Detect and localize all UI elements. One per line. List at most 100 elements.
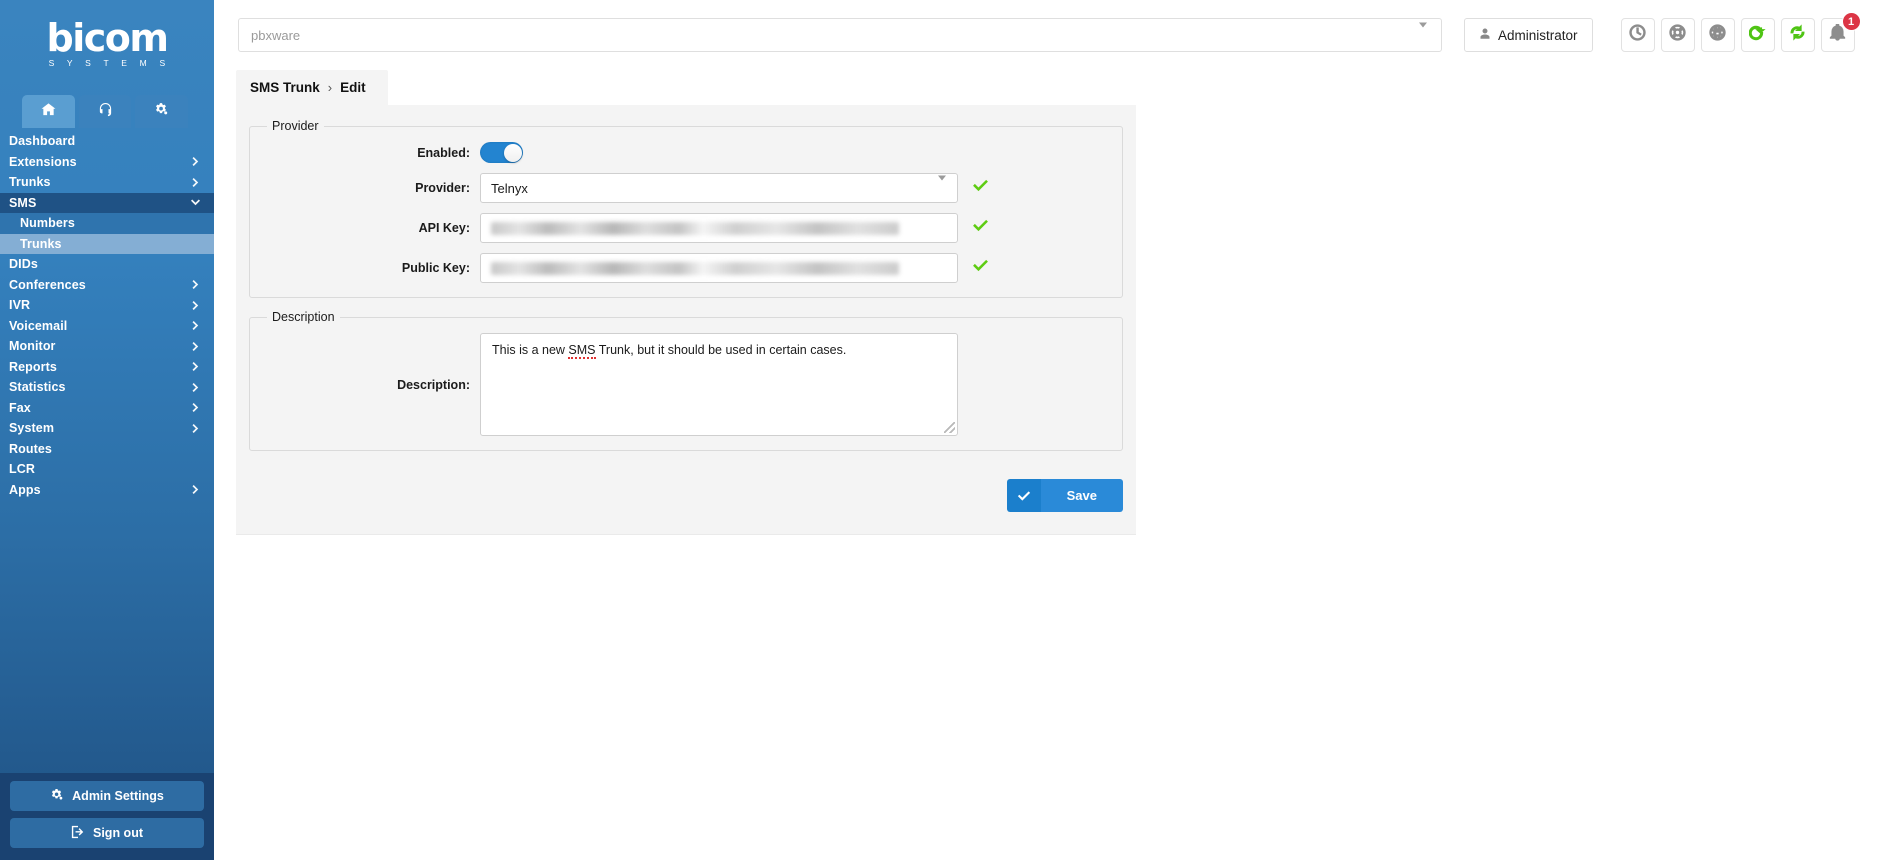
- row-api-key: API Key:: [264, 213, 1108, 243]
- toggle-knob: [503, 143, 522, 162]
- breadcrumb-root[interactable]: SMS Trunk: [250, 80, 320, 95]
- sidebar-item-statistics[interactable]: Statistics: [0, 377, 214, 398]
- enabled-toggle[interactable]: [480, 142, 523, 163]
- resize-grip-icon[interactable]: [944, 422, 955, 433]
- breadcrumb-separator-icon: ›: [327, 80, 333, 95]
- logo-wordmark: bicom: [46, 16, 169, 61]
- check-icon: [972, 257, 989, 279]
- breadcrumb: SMS Trunk › Edit: [236, 70, 388, 105]
- description-textarea[interactable]: This is a new SMS Trunk, but it should b…: [480, 333, 958, 436]
- sidebar-item-label: Dashboard: [9, 134, 76, 149]
- check-icon: [1006, 479, 1041, 512]
- chevron-down-icon: [1419, 22, 1427, 43]
- reload-button[interactable]: [1740, 18, 1775, 52]
- form-actions: Save: [249, 463, 1123, 516]
- description-label: Description:: [397, 377, 470, 392]
- brand-logo[interactable]: bicom S Y S T E M S: [0, 0, 214, 95]
- provider-fieldset: Provider Enabled: Provider: Telnyx API K…: [249, 119, 1123, 298]
- sidebar-item-conferences[interactable]: Conferences: [0, 275, 214, 296]
- sync-button[interactable]: [1780, 18, 1815, 52]
- sidebar-item-reports[interactable]: Reports: [0, 357, 214, 378]
- row-public-key: Public Key:: [264, 253, 1108, 283]
- notification-badge: 1: [1841, 12, 1861, 31]
- sidebar-item-sms-trunks[interactable]: Trunks: [0, 233, 214, 254]
- sidebar-item-sms[interactable]: SMS: [0, 192, 214, 213]
- api-key-input[interactable]: [480, 213, 958, 243]
- public-key-masked-value: [491, 261, 899, 275]
- breadcrumb-current: Edit: [340, 80, 366, 95]
- chevron-right-icon: [191, 300, 200, 310]
- tab-settings[interactable]: [135, 95, 189, 128]
- public-key-input[interactable]: [480, 253, 958, 283]
- edit-form-panel: Provider Enabled: Provider: Telnyx API K…: [236, 105, 1136, 535]
- sidebar-item-label: Extensions: [9, 154, 77, 169]
- sidebar-item-label: DIDs: [9, 257, 38, 272]
- tab-home[interactable]: [22, 95, 75, 128]
- globe-icon: [1709, 24, 1726, 46]
- sidebar-item-label: IVR: [9, 298, 31, 313]
- sidebar-item-ivr[interactable]: IVR: [0, 295, 214, 316]
- application-window: bicom S Y S T E M S Dashboard Extensions…: [0, 0, 1901, 860]
- sidebar-item-routes[interactable]: Routes: [0, 439, 214, 460]
- sidebar-item-monitor[interactable]: Monitor: [0, 336, 214, 357]
- sidebar-item-fax[interactable]: Fax: [0, 398, 214, 419]
- sidebar-item-label: Fax: [9, 400, 31, 415]
- sidebar-item-extensions[interactable]: Extensions: [0, 152, 214, 173]
- sidebar-item-dashboard[interactable]: Dashboard: [0, 131, 214, 152]
- content-area: SMS Trunk › Edit Provider Enabled: Provi…: [214, 70, 1901, 535]
- sign-out-label: Sign out: [93, 826, 143, 840]
- public-key-label: Public Key:: [401, 261, 470, 275]
- save-button[interactable]: Save: [1006, 479, 1123, 512]
- notifications-button[interactable]: 1: [1820, 12, 1861, 52]
- lifebuoy-icon: [1669, 24, 1686, 46]
- reload-icon: [1748, 24, 1766, 46]
- sidebar-item-sms-numbers[interactable]: Numbers: [0, 213, 214, 234]
- description-legend: Description: [272, 310, 335, 324]
- chevron-right-icon: [191, 341, 200, 351]
- sidebar-item-lcr[interactable]: LCR: [0, 459, 214, 480]
- provider-label: Provider:: [415, 181, 470, 195]
- public-key-valid-check: [972, 257, 989, 279]
- chevron-right-icon: [191, 280, 200, 290]
- sign-out-button[interactable]: Sign out: [10, 818, 204, 848]
- sidebar-tabbar: [0, 95, 214, 128]
- user-icon: [1479, 27, 1491, 43]
- sign-out-icon: [71, 825, 93, 842]
- admin-settings-button[interactable]: Admin Settings: [10, 781, 204, 811]
- sidebar-item-label: Voicemail: [9, 318, 68, 333]
- api-key-label: API Key:: [418, 221, 470, 235]
- clock-button[interactable]: [1620, 18, 1655, 52]
- sidebar-item-label: Reports: [9, 359, 57, 374]
- globe-button[interactable]: [1700, 18, 1735, 52]
- sidebar-item-label: LCR: [9, 462, 35, 477]
- chevron-down-icon: [191, 198, 200, 207]
- description-text-prefix: This is a new: [492, 343, 569, 357]
- sidebar-item-label: System: [9, 421, 55, 436]
- sidebar-item-system[interactable]: System: [0, 418, 214, 439]
- api-key-valid-check: [972, 217, 989, 239]
- check-icon: [972, 217, 989, 239]
- provider-valid-check: [972, 177, 989, 199]
- sidebar-item-apps[interactable]: Apps: [0, 480, 214, 501]
- chevron-right-icon: [191, 177, 200, 187]
- sidebar-item-dids[interactable]: DIDs: [0, 254, 214, 275]
- sidebar-item-trunks[interactable]: Trunks: [0, 172, 214, 193]
- gears-icon: [50, 788, 72, 805]
- chevron-right-icon: [191, 321, 200, 331]
- check-icon: [972, 177, 989, 199]
- sidebar-item-label: Monitor: [9, 339, 56, 354]
- sidebar-item-label: Numbers: [20, 216, 75, 231]
- description-text-spellcheck: SMS: [568, 343, 596, 359]
- help-button[interactable]: [1660, 18, 1695, 52]
- chevron-right-icon: [191, 157, 200, 167]
- tab-support[interactable]: [78, 95, 132, 128]
- sidebar-item-label: Statistics: [9, 380, 66, 395]
- description-text-suffix: Trunk, but it should be used in certain …: [595, 343, 847, 357]
- sidebar-item-voicemail[interactable]: Voicemail: [0, 316, 214, 337]
- provider-select-value: Telnyx: [491, 180, 528, 196]
- provider-select[interactable]: Telnyx: [480, 173, 958, 203]
- chevron-right-icon: [191, 362, 200, 372]
- api-key-masked-value: [491, 221, 899, 235]
- administrator-button[interactable]: Administrator: [1464, 18, 1593, 52]
- server-select[interactable]: pbxware: [238, 18, 1442, 52]
